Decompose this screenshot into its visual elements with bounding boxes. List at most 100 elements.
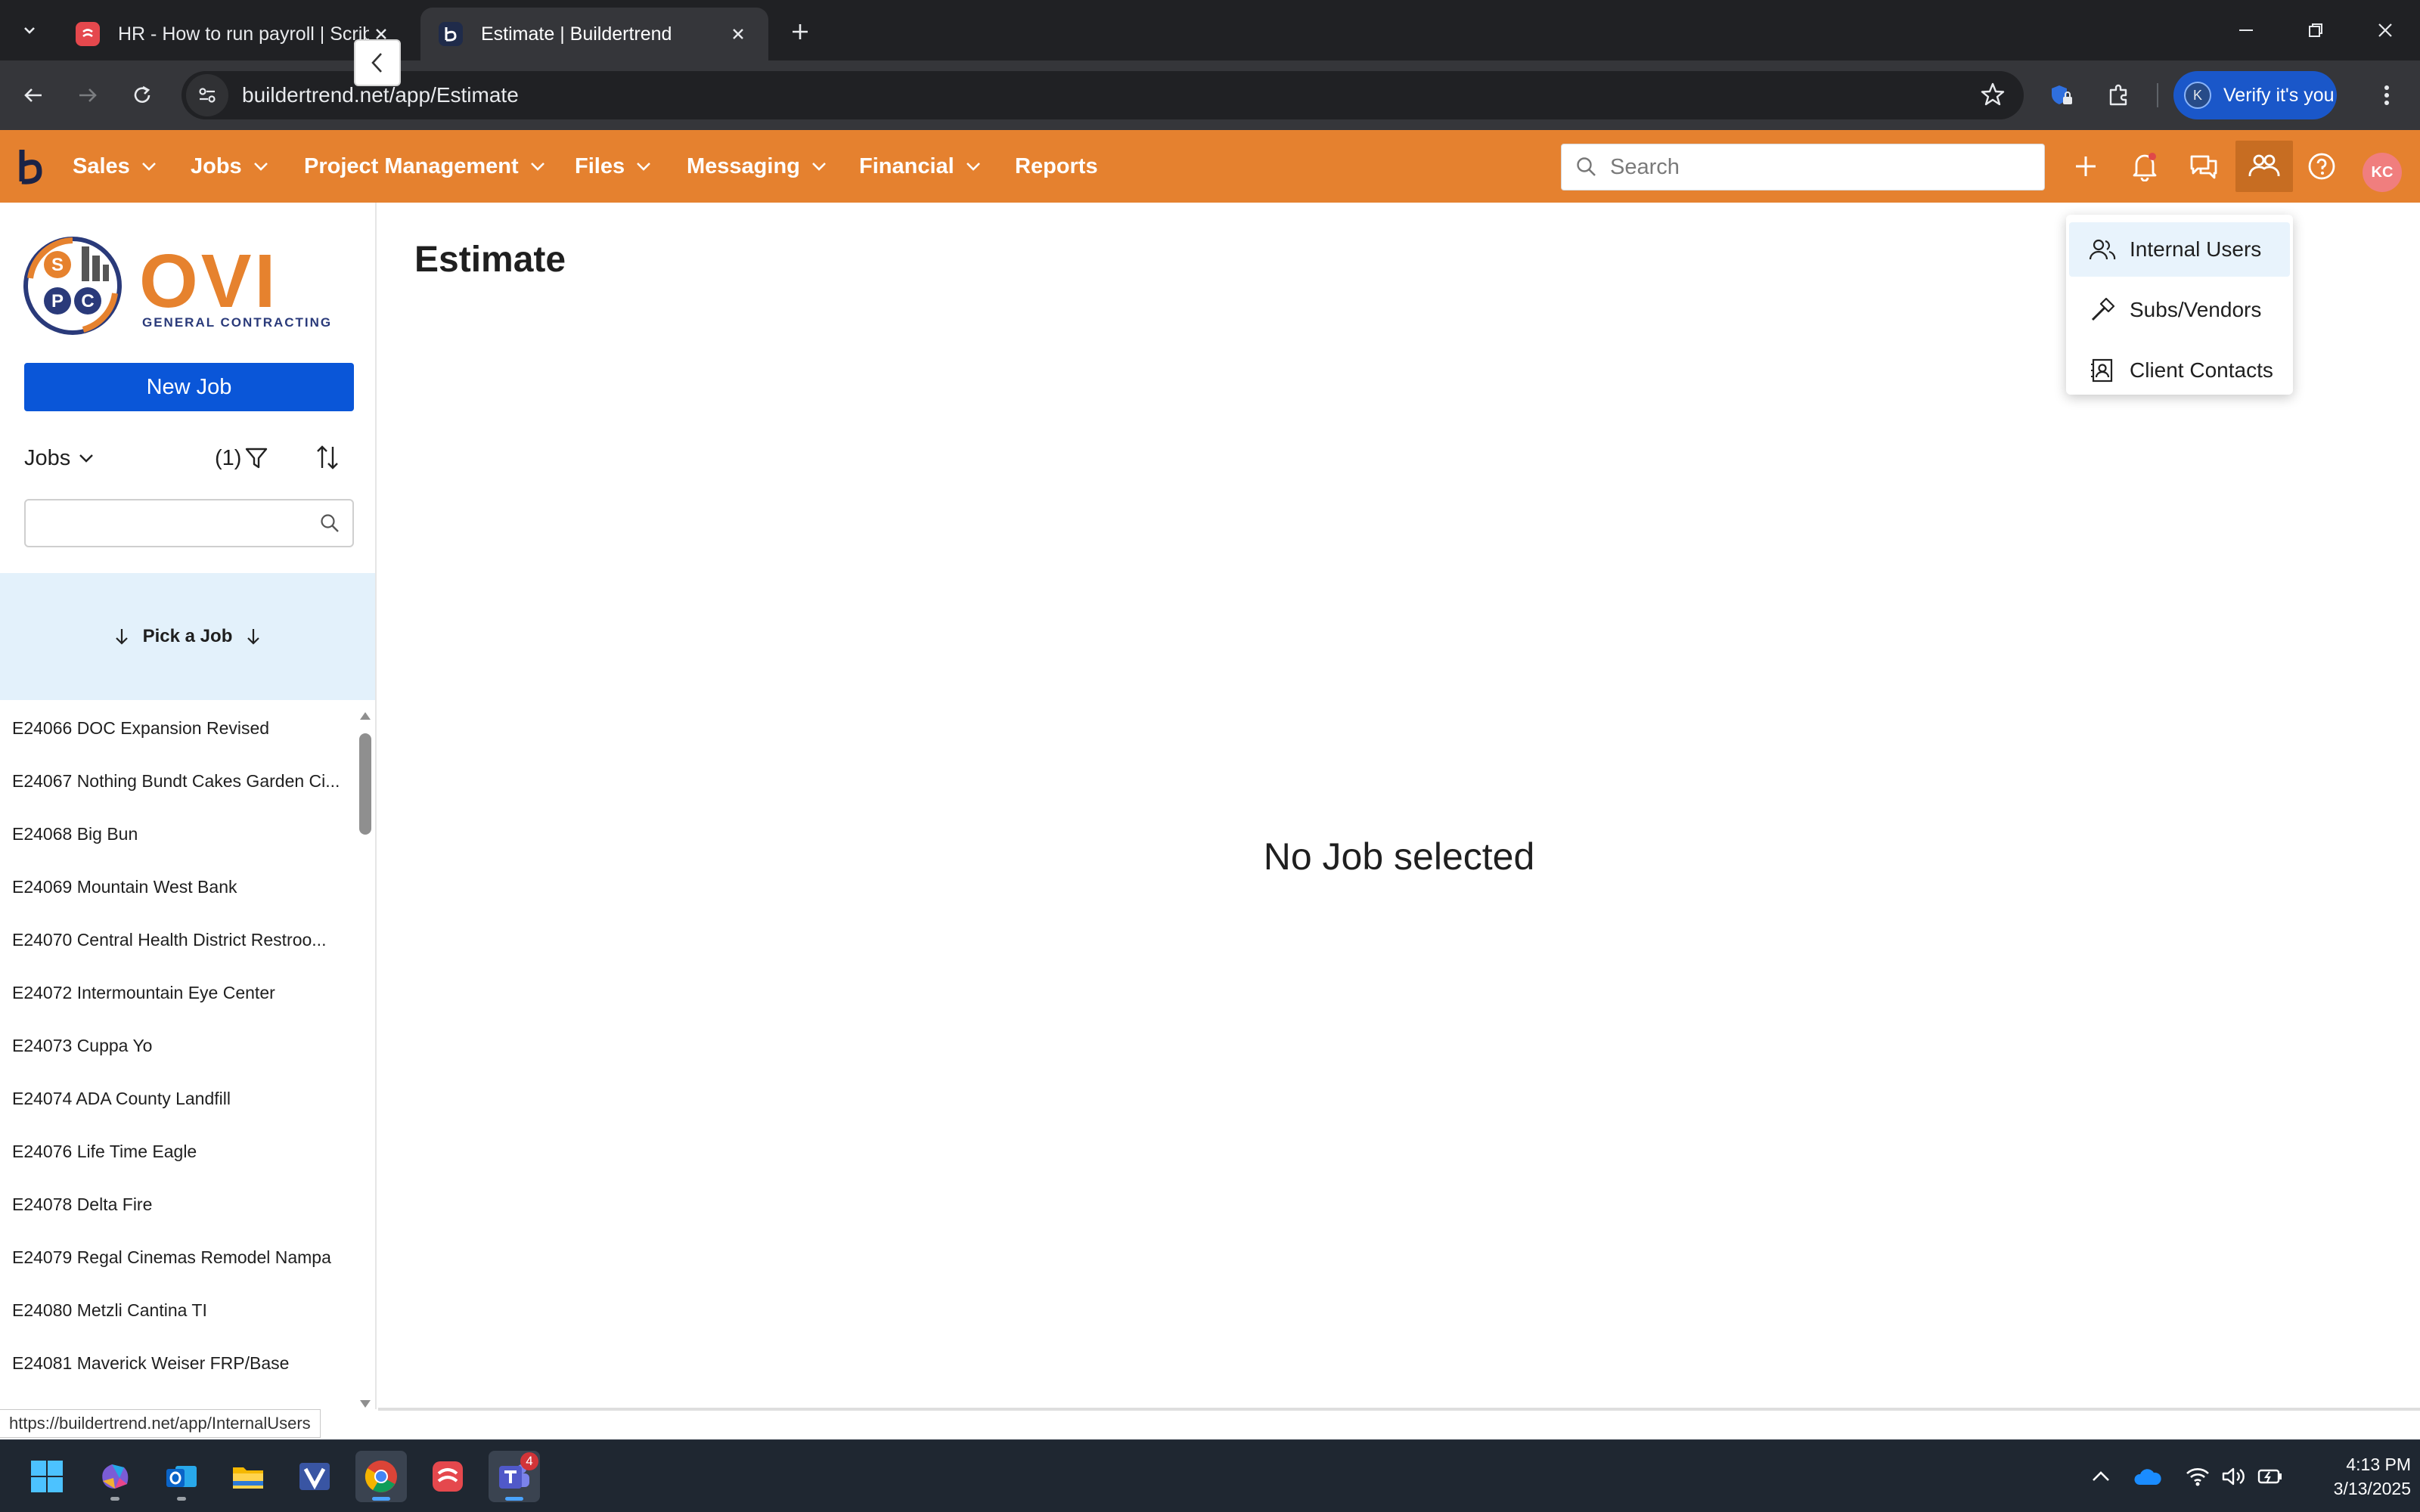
job-list-item[interactable]: E24068 Big Bun <box>0 807 355 860</box>
scribe-icon <box>76 22 100 46</box>
browser-tab-buildertrend[interactable]: Estimate | Buildertrend <box>420 8 768 60</box>
taskbar-file-explorer[interactable] <box>222 1451 274 1502</box>
arrow-right-icon <box>76 84 99 107</box>
job-list-scrollbar[interactable] <box>357 702 374 1409</box>
notifications-button[interactable] <box>2122 144 2167 189</box>
nav-files[interactable]: Files <box>575 130 652 203</box>
nav-label: Files <box>575 153 625 178</box>
job-filter-button[interactable]: (1) <box>215 442 268 475</box>
chrome-icon <box>363 1458 399 1495</box>
site-info-icon[interactable] <box>186 74 228 116</box>
close-icon[interactable] <box>726 22 750 46</box>
job-list-item[interactable]: E24076 Life Time Eagle <box>0 1125 355 1178</box>
collapse-sidebar-button[interactable] <box>354 39 401 86</box>
scrollbar-thumb[interactable] <box>359 733 371 835</box>
job-list-item[interactable]: E24072 Intermountain Eye Center <box>0 966 355 1019</box>
wifi-icon[interactable] <box>2181 1458 2214 1495</box>
scroll-up-arrow-icon[interactable] <box>359 711 371 721</box>
running-indicator <box>177 1497 186 1501</box>
nav-financial[interactable]: Financial <box>859 130 982 203</box>
profile-avatar: K <box>2184 82 2211 109</box>
job-list-item[interactable]: E24081 Maverick Weiser FRP/Base <box>0 1337 355 1390</box>
browser-menu-button[interactable] <box>2369 77 2405 113</box>
back-button[interactable] <box>15 77 51 113</box>
job-list-item[interactable]: E24070 Central Health District Restroo..… <box>0 913 355 966</box>
taskbar-scribe[interactable] <box>422 1451 473 1502</box>
close-window-button[interactable] <box>2363 14 2408 47</box>
plus-icon <box>2072 153 2099 180</box>
users-icon <box>2089 236 2116 263</box>
new-job-button[interactable]: New Job <box>24 363 354 411</box>
onedrive-icon[interactable] <box>2131 1458 2164 1495</box>
volume-icon[interactable] <box>2217 1458 2251 1495</box>
app-top-nav: Sales Jobs Project Management Files Mess… <box>0 130 2420 203</box>
buildertrend-logo-icon[interactable] <box>15 147 45 186</box>
nav-messaging[interactable]: Messaging <box>687 130 827 203</box>
system-clock[interactable]: 4:13 PM 3/13/2025 <box>2299 1452 2411 1501</box>
extensions-puzzle-icon[interactable] <box>2101 77 2137 113</box>
taskbar-chrome[interactable] <box>355 1451 407 1502</box>
taskbar-outlook[interactable] <box>156 1451 207 1502</box>
menu-item-label: Client Contacts <box>2130 358 2273 382</box>
job-search[interactable] <box>24 499 354 547</box>
bookmark-star-icon[interactable] <box>1980 82 2006 107</box>
taskbar-teams[interactable]: 4 <box>489 1451 540 1502</box>
scroll-down-arrow-icon[interactable] <box>359 1399 371 1409</box>
job-list-item[interactable]: E24073 Cuppa Yo <box>0 1019 355 1072</box>
sort-button[interactable] <box>310 438 345 476</box>
menu-item-internal-users[interactable]: Internal Users <box>2069 222 2290 277</box>
chat-button[interactable] <box>2181 144 2226 189</box>
tab-search-button[interactable] <box>11 14 48 47</box>
url-text: buildertrend.net/app/Estimate <box>242 83 519 107</box>
restore-button[interactable] <box>2293 14 2338 47</box>
job-list-item[interactable]: E24074 ADA County Landfill <box>0 1072 355 1125</box>
empty-state-message: No Job selected <box>1263 835 1535 878</box>
verify-identity-button[interactable]: K Verify it's you <box>2173 71 2337 119</box>
bell-icon <box>2130 151 2159 181</box>
job-list-item[interactable]: E24080 Metzli Cantina TI <box>0 1284 355 1337</box>
nav-sales[interactable]: Sales <box>73 130 157 203</box>
taskbar-visio[interactable] <box>289 1451 340 1502</box>
nav-label: Reports <box>1015 153 1098 178</box>
close-icon <box>2376 21 2394 39</box>
quick-add-button[interactable] <box>2063 144 2108 189</box>
address-bar[interactable]: buildertrend.net/app/Estimate <box>182 71 2024 119</box>
forward-button[interactable] <box>70 77 106 113</box>
clock-time: 4:13 PM <box>2346 1455 2411 1474</box>
global-search[interactable] <box>1561 144 2045 191</box>
show-hidden-icons-button[interactable] <box>2084 1458 2118 1495</box>
nav-jobs[interactable]: Jobs <box>191 130 269 203</box>
new-tab-button[interactable] <box>783 17 817 47</box>
contacts-button[interactable] <box>2235 141 2293 192</box>
link-status-bubble: https://buildertrend.net/app/InternalUse… <box>0 1409 321 1438</box>
job-list-item[interactable]: E24078 Delta Fire <box>0 1178 355 1231</box>
reload-button[interactable] <box>124 77 160 113</box>
logo-wordmark: OVI <box>139 239 278 324</box>
start-button[interactable] <box>21 1451 73 1502</box>
content-divider <box>378 1408 2420 1411</box>
menu-item-subs-vendors[interactable]: Subs/Vendors <box>2069 283 2290 337</box>
menu-item-client-contacts[interactable]: Client Contacts <box>2069 343 2290 398</box>
reload-icon <box>131 84 154 107</box>
minimize-button[interactable] <box>2223 14 2269 47</box>
job-search-input[interactable] <box>36 511 319 535</box>
company-logo: S P C OVI GENERAL CONTRACTING <box>23 234 354 337</box>
battery-icon[interactable] <box>2254 1458 2287 1495</box>
job-list-item[interactable]: E24079 Regal Cinemas Remodel Nampa <box>0 1231 355 1284</box>
taskbar-microsoft-365[interactable] <box>89 1451 141 1502</box>
logo-initial-c: C <box>81 291 94 311</box>
jobs-view-dropdown[interactable]: Jobs <box>24 442 95 475</box>
global-search-input[interactable] <box>1610 154 2034 180</box>
job-list-item[interactable]: E24066 DOC Expansion Revised <box>0 702 355 754</box>
help-button[interactable] <box>2299 144 2344 189</box>
restore-icon <box>2307 21 2325 39</box>
user-avatar[interactable]: KC <box>2363 153 2402 192</box>
job-list-item[interactable]: E24067 Nothing Bundt Cakes Garden Ci... <box>0 754 355 807</box>
nav-reports[interactable]: Reports <box>1015 130 1098 203</box>
contact-card-icon <box>2089 357 2116 384</box>
windows-start-icon <box>29 1459 64 1494</box>
job-list-item[interactable]: E24069 Mountain West Bank <box>0 860 355 913</box>
extension-shield-icon[interactable] <box>2043 77 2080 113</box>
chevron-down-icon <box>965 161 982 172</box>
nav-project-management[interactable]: Project Management <box>304 130 546 203</box>
